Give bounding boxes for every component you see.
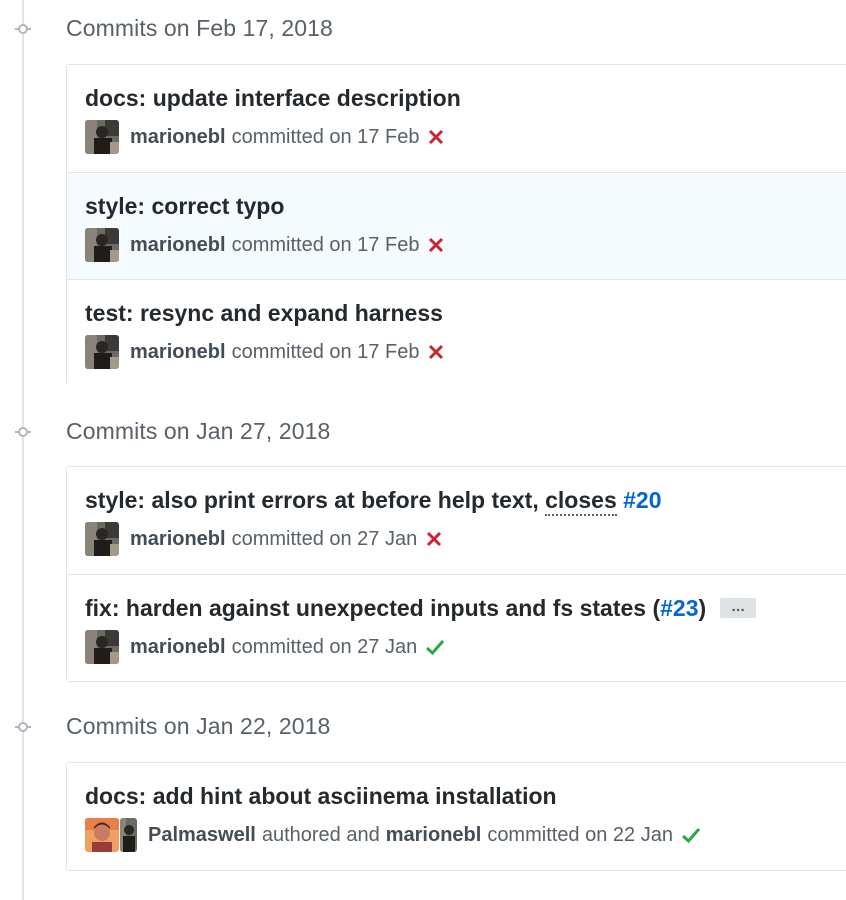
commit-author-link[interactable]: marionebl xyxy=(130,528,226,551)
commit-date-text: committed on 17 Feb xyxy=(231,233,420,256)
avatar[interactable] xyxy=(85,228,119,262)
commit-date-text: committed on 27 Jan xyxy=(231,635,418,658)
commit-message-link-suffix[interactable]: ) xyxy=(699,595,707,621)
commit-row[interactable]: fix: harden against unexpected inputs an… xyxy=(67,574,846,681)
x-icon[interactable] xyxy=(425,530,443,548)
avatar[interactable] xyxy=(85,120,119,154)
git-commit-icon xyxy=(15,720,31,734)
x-icon[interactable] xyxy=(427,128,445,146)
commit-meta: Palmaswell authored and marionebl commit… xyxy=(85,818,701,852)
commit-group-date: Commits on Jan 22, 2018 xyxy=(66,713,331,739)
issue-link[interactable]: #20 xyxy=(623,487,661,513)
avatar[interactable] xyxy=(85,818,119,852)
commit-list: style: also print errors at before help … xyxy=(66,466,846,682)
commit-author-link[interactable]: Palmaswell xyxy=(148,824,256,847)
commit-row[interactable]: style: correct typo marionebl committed … xyxy=(67,172,846,279)
check-icon[interactable] xyxy=(425,638,445,656)
commit-meta: marionebl committed on 17 Feb xyxy=(85,335,445,369)
commit-group-header: Commits on Jan 27, 2018 xyxy=(0,412,846,452)
avatar[interactable] xyxy=(85,630,119,664)
commit-row[interactable]: test: resync and expand harness marioneb… xyxy=(67,279,846,386)
commit-group-header: Commits on Feb 17, 2018 xyxy=(0,9,846,49)
commit-author-link[interactable]: marionebl xyxy=(130,341,226,364)
avatar[interactable] xyxy=(120,818,137,852)
authored-text: authored and xyxy=(261,823,380,846)
commit-row[interactable]: docs: add hint about asciinema installat… xyxy=(67,763,846,870)
commit-date-text: committed on 27 Jan xyxy=(231,527,418,550)
x-icon[interactable] xyxy=(427,343,445,361)
commit-message: fix: harden against unexpected inputs an… xyxy=(85,595,757,622)
commit-message: style: also print errors at before help … xyxy=(85,487,662,516)
issue-link[interactable]: #23 xyxy=(660,595,698,621)
commit-group-header: Commits on Jan 22, 2018 xyxy=(0,707,846,747)
commit-author-link[interactable]: marionebl xyxy=(130,636,226,659)
commit-message-link[interactable]: style: also print errors at before help … xyxy=(85,487,545,513)
commit-group-date: Commits on Jan 27, 2018 xyxy=(66,418,331,444)
commit-message-link[interactable]: docs: add hint about asciinema installat… xyxy=(85,783,557,810)
commit-message-link[interactable]: style: correct typo xyxy=(85,193,284,220)
git-commit-icon xyxy=(15,425,31,439)
x-icon[interactable] xyxy=(427,236,445,254)
git-commit-icon xyxy=(15,22,31,36)
commit-date-text: committed on 17 Feb xyxy=(231,340,420,363)
commit-group-date: Commits on Feb 17, 2018 xyxy=(66,15,333,41)
avatar[interactable] xyxy=(85,522,119,556)
commit-message-link[interactable]: docs: update interface description xyxy=(85,85,461,112)
commit-row[interactable]: style: also print errors at before help … xyxy=(67,467,846,574)
commit-committer-link[interactable]: marionebl xyxy=(386,824,482,847)
avatar[interactable] xyxy=(85,335,119,369)
avatar-stack xyxy=(85,818,137,852)
check-icon[interactable] xyxy=(681,826,701,844)
expand-message-button[interactable]: … xyxy=(720,597,757,618)
commit-timeline: Commits on Feb 17, 2018 docs: update int… xyxy=(0,0,846,900)
commit-author-link[interactable]: marionebl xyxy=(130,126,226,149)
commit-meta: marionebl committed on 17 Feb xyxy=(85,228,445,262)
commit-meta: marionebl committed on 27 Jan xyxy=(85,630,445,664)
commit-date-text: committed on 17 Feb xyxy=(231,125,420,148)
commit-list: docs: add hint about asciinema installat… xyxy=(66,762,846,871)
commit-row[interactable]: docs: update interface description mario… xyxy=(67,65,846,172)
commit-author-link[interactable]: marionebl xyxy=(130,234,226,257)
commit-list: docs: update interface description mario… xyxy=(66,64,846,386)
commit-meta: marionebl committed on 17 Feb xyxy=(85,120,445,154)
commit-message-link[interactable]: fix: harden against unexpected inputs an… xyxy=(85,595,660,621)
commit-date-text: committed on 22 Jan xyxy=(487,823,673,846)
commit-message-link[interactable]: test: resync and expand harness xyxy=(85,300,443,327)
closes-keyword: closes xyxy=(545,487,617,516)
commit-meta: marionebl committed on 27 Jan xyxy=(85,522,443,556)
